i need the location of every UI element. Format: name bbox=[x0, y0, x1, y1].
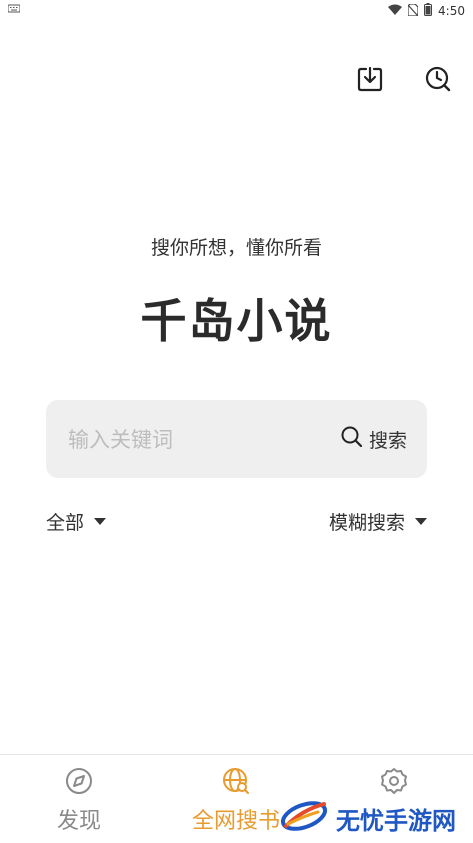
top-actions bbox=[355, 64, 453, 94]
search-mode-label: 模糊搜索 bbox=[328, 512, 405, 534]
scope-dropdown[interactable]: 全部 bbox=[46, 508, 107, 535]
watermark-logo-icon bbox=[278, 796, 330, 840]
gear-icon bbox=[380, 767, 408, 799]
nav-label-web-search: 全网搜书 bbox=[191, 809, 280, 834]
app-title: 千岛小说 bbox=[140, 294, 333, 348]
search-box: 搜索 bbox=[46, 400, 427, 480]
nav-item-discover[interactable]: 发现 bbox=[0, 767, 159, 835]
caret-down-icon bbox=[94, 518, 107, 525]
compass-icon bbox=[65, 767, 93, 799]
battery-icon bbox=[424, 3, 433, 19]
nav-item-settings[interactable] bbox=[314, 767, 473, 799]
search-button-label: 搜索 bbox=[368, 430, 407, 452]
keyboard-icon bbox=[7, 3, 21, 17]
wifi-icon bbox=[388, 4, 403, 19]
watermark: 无忧手游网 bbox=[278, 796, 456, 840]
search-mode-dropdown[interactable]: 模糊搜索 bbox=[329, 508, 427, 535]
download-icon[interactable] bbox=[355, 64, 385, 94]
status-time: 4:50 bbox=[438, 4, 465, 18]
search-input[interactable] bbox=[66, 400, 320, 480]
no-sim-icon bbox=[407, 2, 419, 19]
search-icon bbox=[341, 426, 363, 453]
nav-label-discover: 发现 bbox=[56, 809, 101, 834]
caret-down-icon bbox=[415, 518, 427, 525]
slogan: 搜你所想，懂你所看 bbox=[150, 237, 322, 259]
watermark-text: 无忧手游网 bbox=[336, 806, 456, 835]
search-button[interactable]: 搜索 bbox=[341, 426, 407, 453]
scope-label: 全部 bbox=[46, 512, 85, 534]
status-bar: 4:50 bbox=[0, 0, 473, 22]
globe-search-icon bbox=[222, 767, 250, 799]
history-icon[interactable] bbox=[423, 64, 453, 94]
